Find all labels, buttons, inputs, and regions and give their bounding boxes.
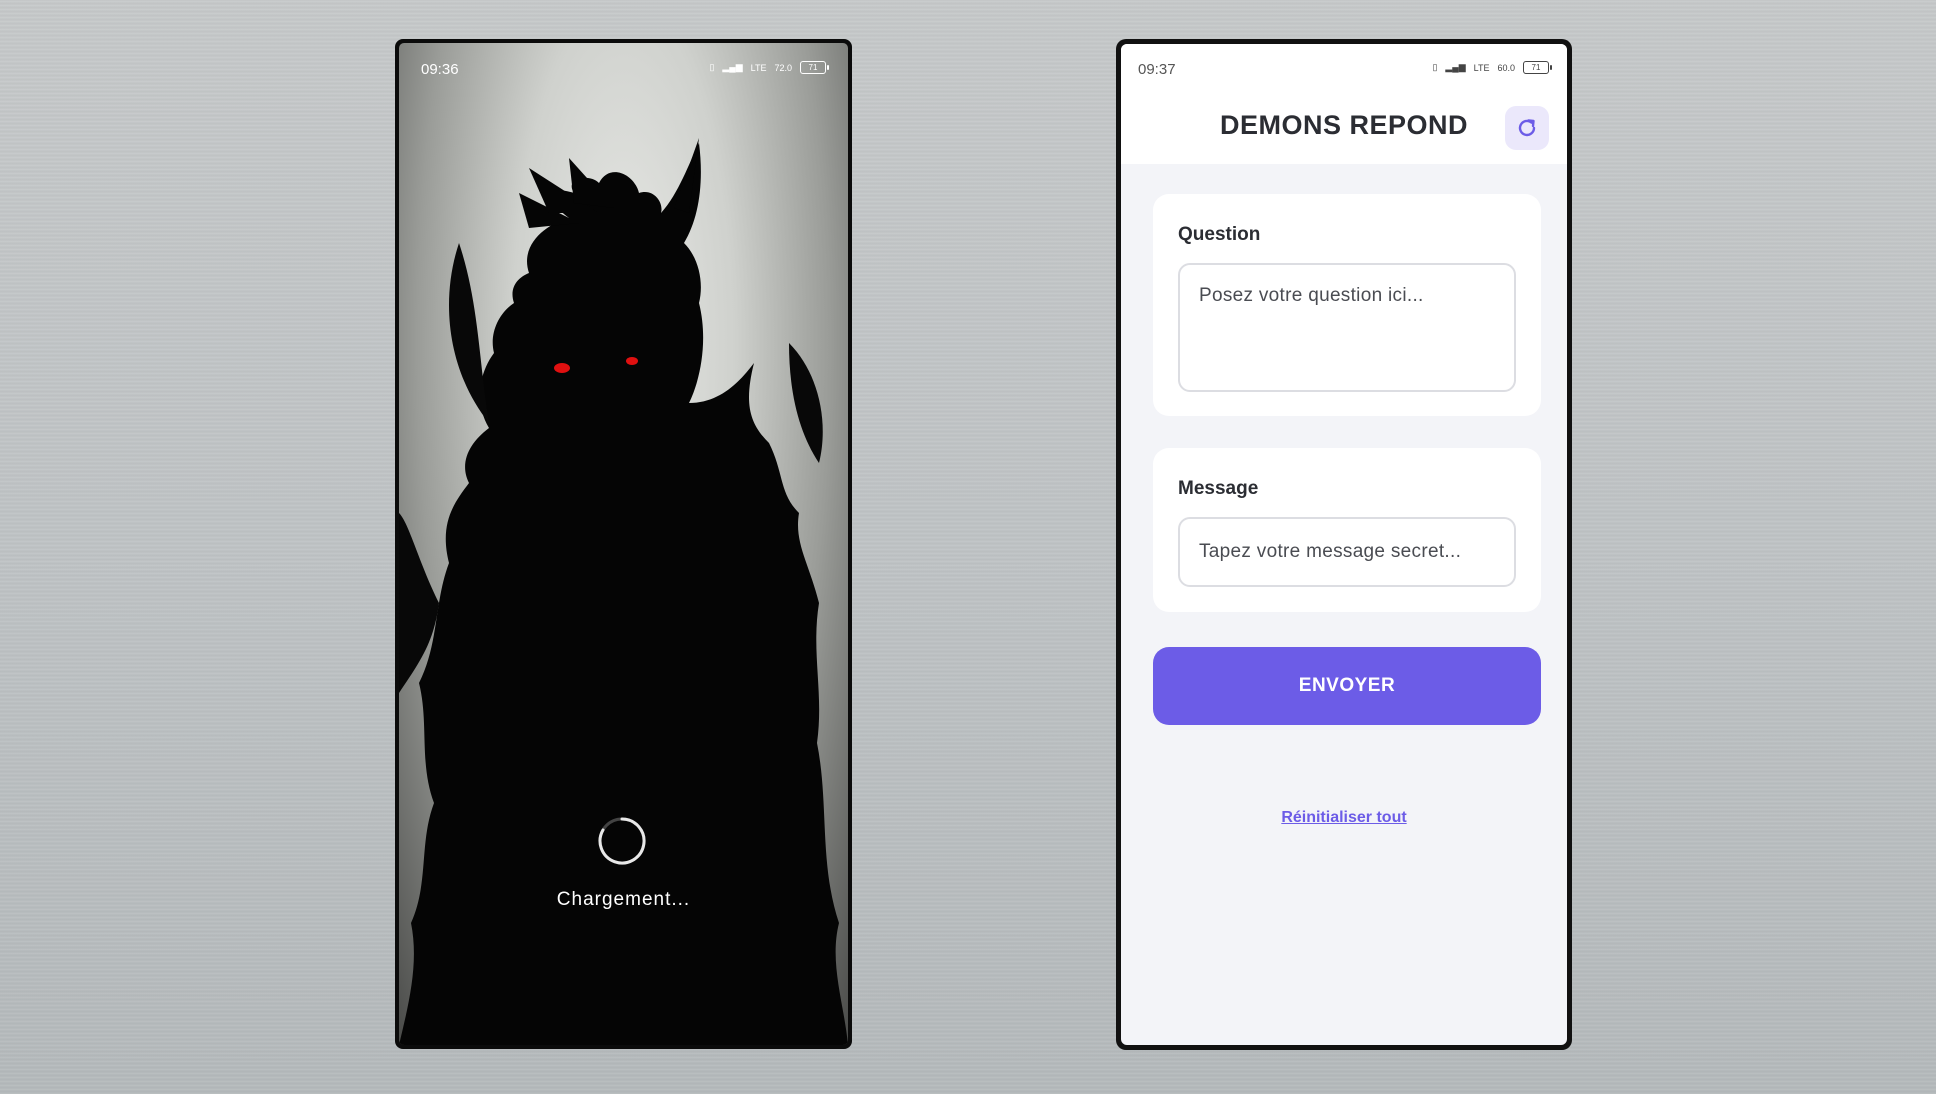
status-time: 09:37 — [1138, 61, 1176, 78]
refresh-icon — [1518, 119, 1536, 137]
loading-screen: 09:36 ▯ ▂▄▆ LTE 72.0 71 Chargement... — [399, 43, 848, 1045]
signal-icon: ▂▄▆ — [1445, 62, 1466, 72]
question-card: Question Posez votre question ici... — [1153, 194, 1541, 416]
left-eye — [554, 363, 570, 373]
right-eye — [626, 357, 638, 365]
vibrate-icon: ▯ — [709, 62, 715, 72]
lte-label: LTE — [750, 62, 767, 73]
question-label: Question — [1178, 224, 1261, 245]
left-phone: 09:36 ▯ ▂▄▆ LTE 72.0 71 Chargement... — [395, 39, 852, 1049]
send-button[interactable]: ENVOYER — [1153, 647, 1541, 725]
app-title: DEMONS REPOND — [1219, 110, 1469, 140]
lte-label: LTE — [1473, 62, 1490, 73]
question-input[interactable]: Posez votre question ici... — [1178, 263, 1516, 392]
battery-icon: 71 — [800, 61, 829, 74]
status-icons: ▯ ▂▄▆ LTE 72.0 71 — [709, 61, 829, 74]
vibrate-icon: ▯ — [1432, 62, 1438, 72]
right-phone: 09:37 ▯ ▂▄▆ LTE 60.0 71 DEMONS REPOND Qu… — [1116, 39, 1572, 1050]
message-card: Message Tapez votre message secret... — [1153, 448, 1541, 612]
message-input[interactable]: Tapez votre message secret... — [1178, 517, 1516, 587]
loading-spinner-icon — [598, 817, 646, 865]
status-time: 09:36 — [421, 61, 459, 78]
message-label: Message — [1178, 478, 1259, 499]
network-speed: 72.0 — [774, 62, 792, 73]
status-icons: ▯ ▂▄▆ LTE 60.0 71 — [1432, 61, 1552, 74]
status-bar: 09:36 ▯ ▂▄▆ LTE 72.0 71 — [399, 43, 848, 95]
battery-icon: 71 — [1523, 61, 1552, 74]
refresh-button[interactable] — [1505, 106, 1549, 150]
app-screen: 09:37 ▯ ▂▄▆ LTE 60.0 71 DEMONS REPOND Qu… — [1121, 44, 1567, 1045]
status-bar: 09:37 ▯ ▂▄▆ LTE 60.0 71 — [1121, 44, 1567, 84]
reset-all-link[interactable]: Réinitialiser tout — [1121, 809, 1567, 827]
loading-text: Chargement... — [556, 889, 691, 910]
network-speed: 60.0 — [1497, 62, 1515, 73]
signal-icon: ▂▄▆ — [722, 62, 743, 72]
